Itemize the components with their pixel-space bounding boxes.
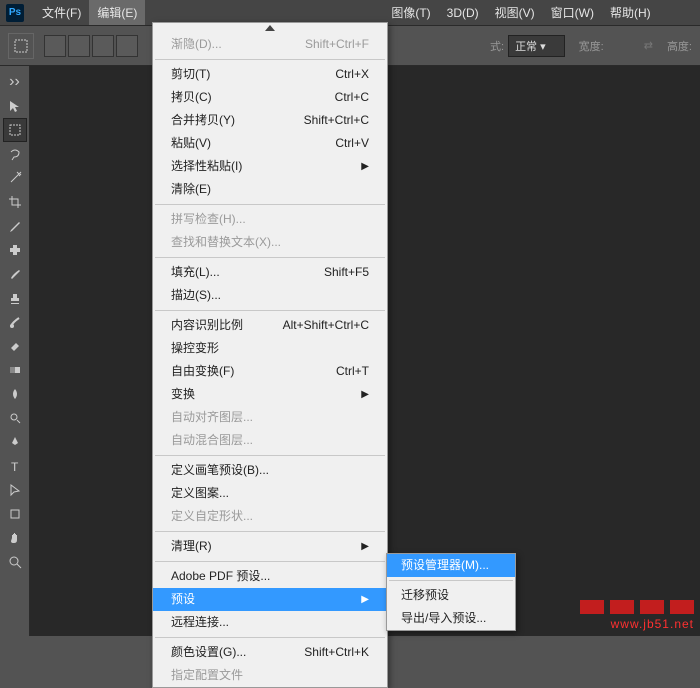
menu-item-清除E[interactable]: 清除(E) [153, 178, 387, 201]
width-label: 宽度: [579, 38, 604, 54]
style-select[interactable]: 正常 ▾ [508, 35, 565, 57]
menu-item-颜色设置G[interactable]: 颜色设置(G)...Shift+Ctrl+K [153, 641, 387, 664]
menu-item-内容识别比例[interactable]: 内容识别比例Alt+Shift+Ctrl+C [153, 314, 387, 337]
scroll-up-icon[interactable] [153, 23, 387, 33]
menu-3d[interactable]: 3D(D) [439, 2, 487, 24]
menu-help[interactable]: 帮助(H) [602, 0, 659, 25]
blur-tool[interactable] [3, 382, 27, 406]
menu-item-自动对齐图层: 自动对齐图层... [153, 406, 387, 429]
menu-separator [389, 580, 513, 581]
eyedropper-tool[interactable] [3, 214, 27, 238]
history-brush-tool[interactable] [3, 310, 27, 334]
submenu-arrow-icon: ▶ [361, 158, 369, 175]
menu-item-合并拷贝Y[interactable]: 合并拷贝(Y)Shift+Ctrl+C [153, 109, 387, 132]
menu-item-选择性粘贴I[interactable]: 选择性粘贴(I)▶ [153, 155, 387, 178]
menu-file[interactable]: 文件(F) [34, 0, 89, 25]
menu-view[interactable]: 视图(V) [487, 0, 543, 25]
shape-tool[interactable] [3, 502, 27, 526]
pen-tool[interactable] [3, 430, 27, 454]
menu-separator [155, 531, 385, 532]
menu-item-远程连接[interactable]: 远程连接... [153, 611, 387, 634]
menu-separator [155, 257, 385, 258]
wand-tool[interactable] [3, 166, 27, 190]
eraser-tool[interactable] [3, 334, 27, 358]
menu-image[interactable]: 图像(T) [383, 0, 438, 25]
menu-separator [155, 561, 385, 562]
chevron-down-icon: ▾ [540, 41, 546, 53]
menu-separator [155, 204, 385, 205]
menu-item-渐隐D: 渐隐(D)...Shift+Ctrl+F [153, 33, 387, 56]
app-logo: Ps [6, 4, 24, 22]
hand-tool[interactable] [3, 526, 27, 550]
zoom-tool[interactable] [3, 550, 27, 574]
menu-separator [155, 637, 385, 638]
menu-item-拷贝C[interactable]: 拷贝(C)Ctrl+C [153, 86, 387, 109]
menu-item-拼写检查H: 拼写检查(H)... [153, 208, 387, 231]
menu-item-剪切T[interactable]: 剪切(T)Ctrl+X [153, 63, 387, 86]
crop-tool[interactable] [3, 190, 27, 214]
submenu-item-迁移预设[interactable]: 迁移预设 [387, 584, 515, 607]
gradient-tool[interactable] [3, 358, 27, 382]
style-label: 式: [490, 38, 504, 54]
menu-item-指定配置文件: 指定配置文件 [153, 664, 387, 687]
menu-item-Adobe-PDF-预设[interactable]: Adobe PDF 预设... [153, 565, 387, 588]
menu-item-填充L[interactable]: 填充(L)...Shift+F5 [153, 261, 387, 284]
menu-separator [155, 310, 385, 311]
submenu-arrow-icon: ▶ [361, 386, 369, 403]
menu-item-自动混合图层: 自动混合图层... [153, 429, 387, 452]
menu-item-查找和替换文本X: 查找和替换文本(X)... [153, 231, 387, 254]
marquee-mode-subtract[interactable] [92, 35, 114, 57]
menu-separator [155, 455, 385, 456]
menu-item-描边S[interactable]: 描边(S)... [153, 284, 387, 307]
menu-item-预设[interactable]: 预设▶ [153, 588, 387, 611]
height-label: 高度: [667, 38, 692, 54]
submenu-item-预设管理器M[interactable]: 预设管理器(M)... [387, 554, 515, 577]
menu-item-定义画笔预设B[interactable]: 定义画笔预设(B)... [153, 459, 387, 482]
preset-submenu: 预设管理器(M)... 迁移预设导出/导入预设... [386, 553, 516, 631]
submenu-arrow-icon: ▶ [361, 591, 369, 608]
menu-separator [155, 59, 385, 60]
menu-item-清理R[interactable]: 清理(R)▶ [153, 535, 387, 558]
marquee-mode-add[interactable] [68, 35, 90, 57]
edit-menu-dropdown: 渐隐(D)...Shift+Ctrl+F 剪切(T)Ctrl+X拷贝(C)Ctrl… [152, 22, 388, 688]
dodge-tool[interactable] [3, 406, 27, 430]
marquee-mode-intersect[interactable] [116, 35, 138, 57]
menu-window[interactable]: 窗口(W) [543, 0, 602, 25]
menu-item-粘贴V[interactable]: 粘贴(V)Ctrl+V [153, 132, 387, 155]
current-tool-icon[interactable] [8, 33, 34, 59]
watermark: www.jb51.net [580, 600, 694, 632]
stamp-tool[interactable] [3, 286, 27, 310]
lasso-tool[interactable] [3, 142, 27, 166]
menu-item-定义自定形状: 定义自定形状... [153, 505, 387, 528]
type-tool[interactable]: T [3, 454, 27, 478]
swap-icon[interactable]: ⇄ [644, 39, 653, 52]
menu-item-自由变换F[interactable]: 自由变换(F)Ctrl+T [153, 360, 387, 383]
marquee-tool[interactable] [3, 118, 27, 142]
menu-item-变换[interactable]: 变换▶ [153, 383, 387, 406]
marquee-mode-group [44, 35, 138, 57]
toolstrip: ›› T [0, 66, 30, 636]
submenu-arrow-icon: ▶ [361, 538, 369, 555]
marquee-mode-new[interactable] [44, 35, 66, 57]
menu-item-操控变形[interactable]: 操控变形 [153, 337, 387, 360]
svg-text:T: T [11, 460, 19, 473]
tab-toggle-icon[interactable]: ›› [3, 70, 27, 94]
menu-edit[interactable]: 编辑(E) [89, 0, 145, 25]
heal-tool[interactable] [3, 238, 27, 262]
move-tool[interactable] [3, 94, 27, 118]
path-select-tool[interactable] [3, 478, 27, 502]
submenu-item-导出导入预设[interactable]: 导出/导入预设... [387, 607, 515, 630]
menu-item-定义图案[interactable]: 定义图案... [153, 482, 387, 505]
brush-tool[interactable] [3, 262, 27, 286]
